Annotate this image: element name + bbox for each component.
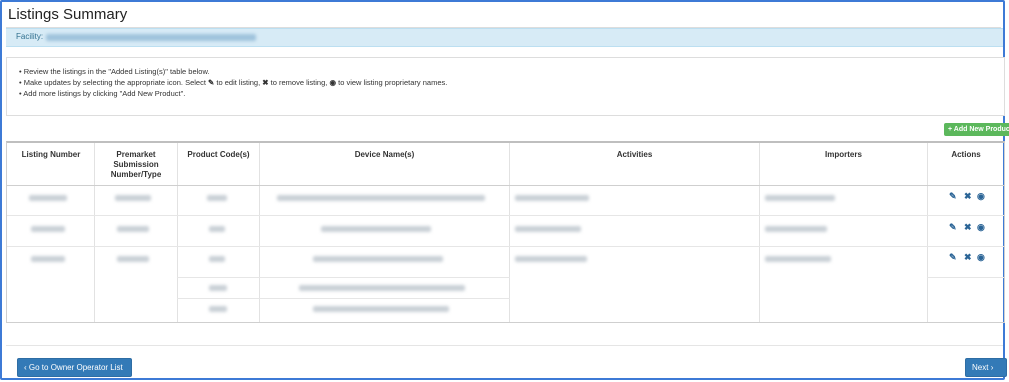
header-premarket: Premarket Submission Number/Type [110, 150, 162, 179]
edit-pencil-icon[interactable]: ✎ [949, 191, 957, 202]
edit-pencil-icon[interactable]: ✎ [949, 252, 957, 263]
cell-redacted [207, 195, 227, 201]
row-divider [927, 277, 1004, 278]
row-divider [7, 246, 1004, 247]
header-product-codes: Product Code(s) [187, 150, 250, 159]
column-divider [509, 143, 510, 322]
header-listing-number: Listing Number [21, 150, 81, 159]
view-eye-icon[interactable]: ◉ [977, 222, 985, 233]
instructions-list: Review the listings in the "Added Listin… [19, 66, 447, 99]
instruction-item: Review the listings in the "Added Listin… [19, 66, 447, 77]
header-divider [7, 185, 1004, 186]
header-activities: Activities [616, 150, 653, 159]
column-divider [927, 143, 928, 322]
view-eye-icon[interactable]: ◉ [977, 191, 985, 202]
facility-value-redacted [46, 34, 256, 41]
cell-redacted [515, 195, 589, 201]
header-importers: Importers [825, 150, 862, 159]
x-icon: ✖ [262, 78, 269, 87]
cell-redacted [515, 256, 587, 262]
cell-redacted [31, 226, 65, 232]
chevron-right-icon: › [990, 363, 994, 372]
cell-redacted [321, 226, 431, 232]
cell-redacted [209, 256, 225, 262]
cell-redacted [209, 226, 225, 232]
cell-redacted [209, 306, 227, 312]
cell-redacted [313, 306, 449, 312]
add-new-product-button[interactable]: + Add New Product [944, 123, 1009, 136]
cell-redacted [29, 195, 67, 201]
row-divider [177, 277, 510, 278]
cell-redacted [313, 256, 443, 262]
next-button[interactable]: Next › [965, 358, 1007, 377]
cell-redacted [117, 226, 149, 232]
edit-pencil-icon[interactable]: ✎ [949, 222, 957, 233]
cell-redacted [115, 195, 151, 201]
go-to-owner-operator-list-button[interactable]: ‹ Go to Owner Operator List [17, 358, 132, 377]
cell-redacted [765, 195, 835, 201]
cell-redacted [277, 195, 485, 201]
cell-redacted [117, 256, 149, 262]
cell-redacted [765, 226, 827, 232]
pencil-icon: ✎ [208, 78, 215, 87]
facility-label: Facility: [16, 32, 44, 41]
footer-divider [6, 345, 1003, 346]
row-divider [7, 215, 1004, 216]
cell-redacted [515, 226, 581, 232]
view-eye-icon[interactable]: ◉ [977, 252, 985, 263]
instruction-item: Add more listings by clicking "Add New P… [19, 88, 447, 99]
header-device-names: Device Name(s) [354, 150, 415, 159]
cell-redacted [31, 256, 65, 262]
column-divider [759, 143, 760, 322]
header-actions: Actions [951, 150, 981, 159]
chevron-left-icon: ‹ [24, 363, 27, 372]
remove-x-icon[interactable]: ✖ [964, 222, 972, 233]
instruction-item: Make updates by selecting the appropriat… [19, 77, 448, 88]
column-divider [177, 143, 178, 322]
cell-redacted [765, 256, 831, 262]
column-divider [259, 143, 260, 322]
cell-redacted [209, 285, 227, 291]
row-divider [177, 298, 510, 299]
eye-icon: ◉ [329, 78, 337, 87]
cell-redacted [299, 285, 465, 291]
listings-table: Listing Number Premarket Submission Numb… [6, 141, 1005, 323]
remove-x-icon[interactable]: ✖ [964, 191, 972, 202]
remove-x-icon[interactable]: ✖ [964, 252, 972, 263]
page-title: Listings Summary [8, 6, 128, 23]
instructions-panel: Review the listings in the "Added Listin… [6, 57, 1005, 116]
facility-banner: Facility: [6, 28, 1003, 47]
